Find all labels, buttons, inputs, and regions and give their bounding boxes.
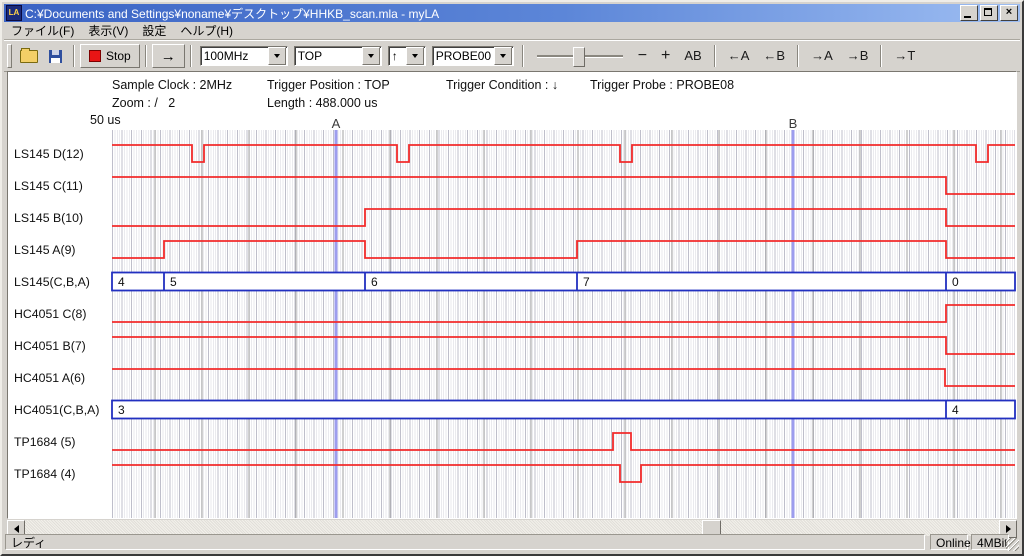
menu-file[interactable]: ファイル(F): [4, 21, 81, 40]
sample-rate-combo[interactable]: 100MHz: [200, 46, 288, 66]
app-icon: LA: [6, 5, 22, 21]
length-info: Length : 488.000 us: [267, 96, 378, 110]
toolbar-separator: [522, 45, 524, 67]
minimize-icon: [964, 16, 971, 18]
ab-range-button[interactable]: AB: [679, 45, 706, 67]
channel-label: LS145 B(10): [14, 210, 83, 226]
toolbar-separator: [880, 45, 882, 67]
trigger-probe-info: Trigger Probe : PROBE08: [590, 78, 734, 92]
status-online: Online: [930, 534, 968, 550]
sample-grid: [112, 130, 1015, 518]
sample-clock-info: Sample Clock : 2MHz: [112, 78, 232, 92]
arrow-right-icon: [1006, 525, 1011, 533]
toolbar-grip[interactable]: [7, 44, 12, 68]
channel-label: LS145 D(12): [14, 146, 84, 162]
stop-button[interactable]: Stop: [80, 44, 140, 68]
maximize-button[interactable]: [980, 5, 998, 21]
zoom-slider[interactable]: [537, 46, 623, 66]
channel-label: HC4051(C,B,A): [14, 402, 99, 418]
resize-grip-icon[interactable]: [1006, 538, 1019, 551]
save-floppy-icon: [49, 50, 62, 63]
chevron-down-icon: [412, 54, 418, 58]
run-button[interactable]: →: [152, 44, 185, 68]
channel-label: HC4051 A(6): [14, 370, 85, 386]
zoom-out-button[interactable]: −: [633, 45, 652, 67]
status-memory: 4MBit: [971, 534, 1009, 550]
channel-label: LS145(C,B,A): [14, 274, 90, 290]
trigger-position-value: TOP: [295, 49, 362, 63]
title-bar: LA C:¥Documents and Settings¥noname¥デスクト…: [4, 4, 1020, 22]
open-folder-icon: [20, 50, 38, 63]
channel-label: LS145 C(11): [14, 178, 83, 194]
run-arrow-icon: →: [161, 48, 176, 65]
maximize-icon: [984, 8, 992, 16]
combo-drop-button[interactable]: [362, 47, 380, 65]
toolbar-separator: [797, 45, 799, 67]
close-button[interactable]: ×: [1000, 5, 1018, 21]
trigger-position-combo[interactable]: TOP: [294, 46, 382, 66]
window-title: C:¥Documents and Settings¥noname¥デスクトップ¥…: [25, 5, 960, 22]
stop-label: Stop: [106, 49, 131, 63]
channel-label: LS145 A(9): [14, 242, 76, 258]
trigger-position-info: Trigger Position : TOP: [267, 78, 390, 92]
toolbar: Stop → 100MHz TOP ↑ PROBE00 − + AB ←A: [4, 40, 1020, 72]
channel-label: TP1684 (5): [14, 434, 76, 450]
slider-thumb[interactable]: [573, 47, 585, 67]
stop-square-icon: [89, 50, 101, 62]
chevron-down-icon: [500, 54, 506, 58]
open-file-button[interactable]: [17, 45, 41, 67]
combo-drop-button[interactable]: [268, 47, 286, 65]
marker-a-left-button[interactable]: ←A: [723, 45, 755, 67]
marker-b-left-button[interactable]: ←B: [758, 45, 790, 67]
status-ready: レディ: [5, 534, 925, 550]
marker-b-right-button[interactable]: →B: [842, 45, 874, 67]
save-file-button[interactable]: [43, 45, 67, 67]
minimize-button[interactable]: [960, 5, 978, 21]
channel-label: TP1684 (4): [14, 466, 76, 482]
channel-label: HC4051 B(7): [14, 338, 86, 354]
menu-settings[interactable]: 設定: [135, 21, 173, 40]
time-scale-label: 50 us: [90, 113, 121, 127]
menu-bar: ファイル(F) 表示(V) 設定 ヘルプ(H): [4, 22, 1020, 40]
trigger-probe-combo[interactable]: PROBE00: [432, 46, 514, 66]
menu-help[interactable]: ヘルプ(H): [173, 21, 240, 40]
marker-a-right-button[interactable]: →A: [806, 45, 838, 67]
toolbar-separator: [714, 45, 716, 67]
zoom-in-button[interactable]: +: [656, 45, 675, 67]
combo-drop-button[interactable]: [406, 47, 424, 65]
trigger-edge-value: ↑: [389, 49, 406, 63]
channel-label: HC4051 C(8): [14, 306, 86, 322]
close-icon: ×: [1001, 5, 1017, 19]
menu-view[interactable]: 表示(V): [81, 21, 135, 40]
toolbar-separator: [190, 45, 192, 67]
sample-rate-value: 100MHz: [201, 49, 268, 63]
trigger-condition-info: Trigger Condition : ↓: [446, 78, 558, 92]
toolbar-separator: [73, 45, 75, 67]
combo-drop-button[interactable]: [494, 47, 512, 65]
arrow-left-icon: [14, 525, 19, 533]
chevron-down-icon: [274, 54, 280, 58]
toolbar-separator: [145, 45, 147, 67]
trigger-probe-value: PROBE00: [433, 49, 494, 63]
goto-trigger-button[interactable]: →T: [889, 45, 920, 67]
app-window: LA C:¥Documents and Settings¥noname¥デスクト…: [0, 0, 1024, 556]
zoom-info: Zoom : / 2: [112, 96, 175, 110]
trigger-edge-combo[interactable]: ↑: [388, 46, 426, 66]
status-bar: レディ Online 4MBit: [4, 533, 1020, 551]
chevron-down-icon: [368, 54, 374, 58]
